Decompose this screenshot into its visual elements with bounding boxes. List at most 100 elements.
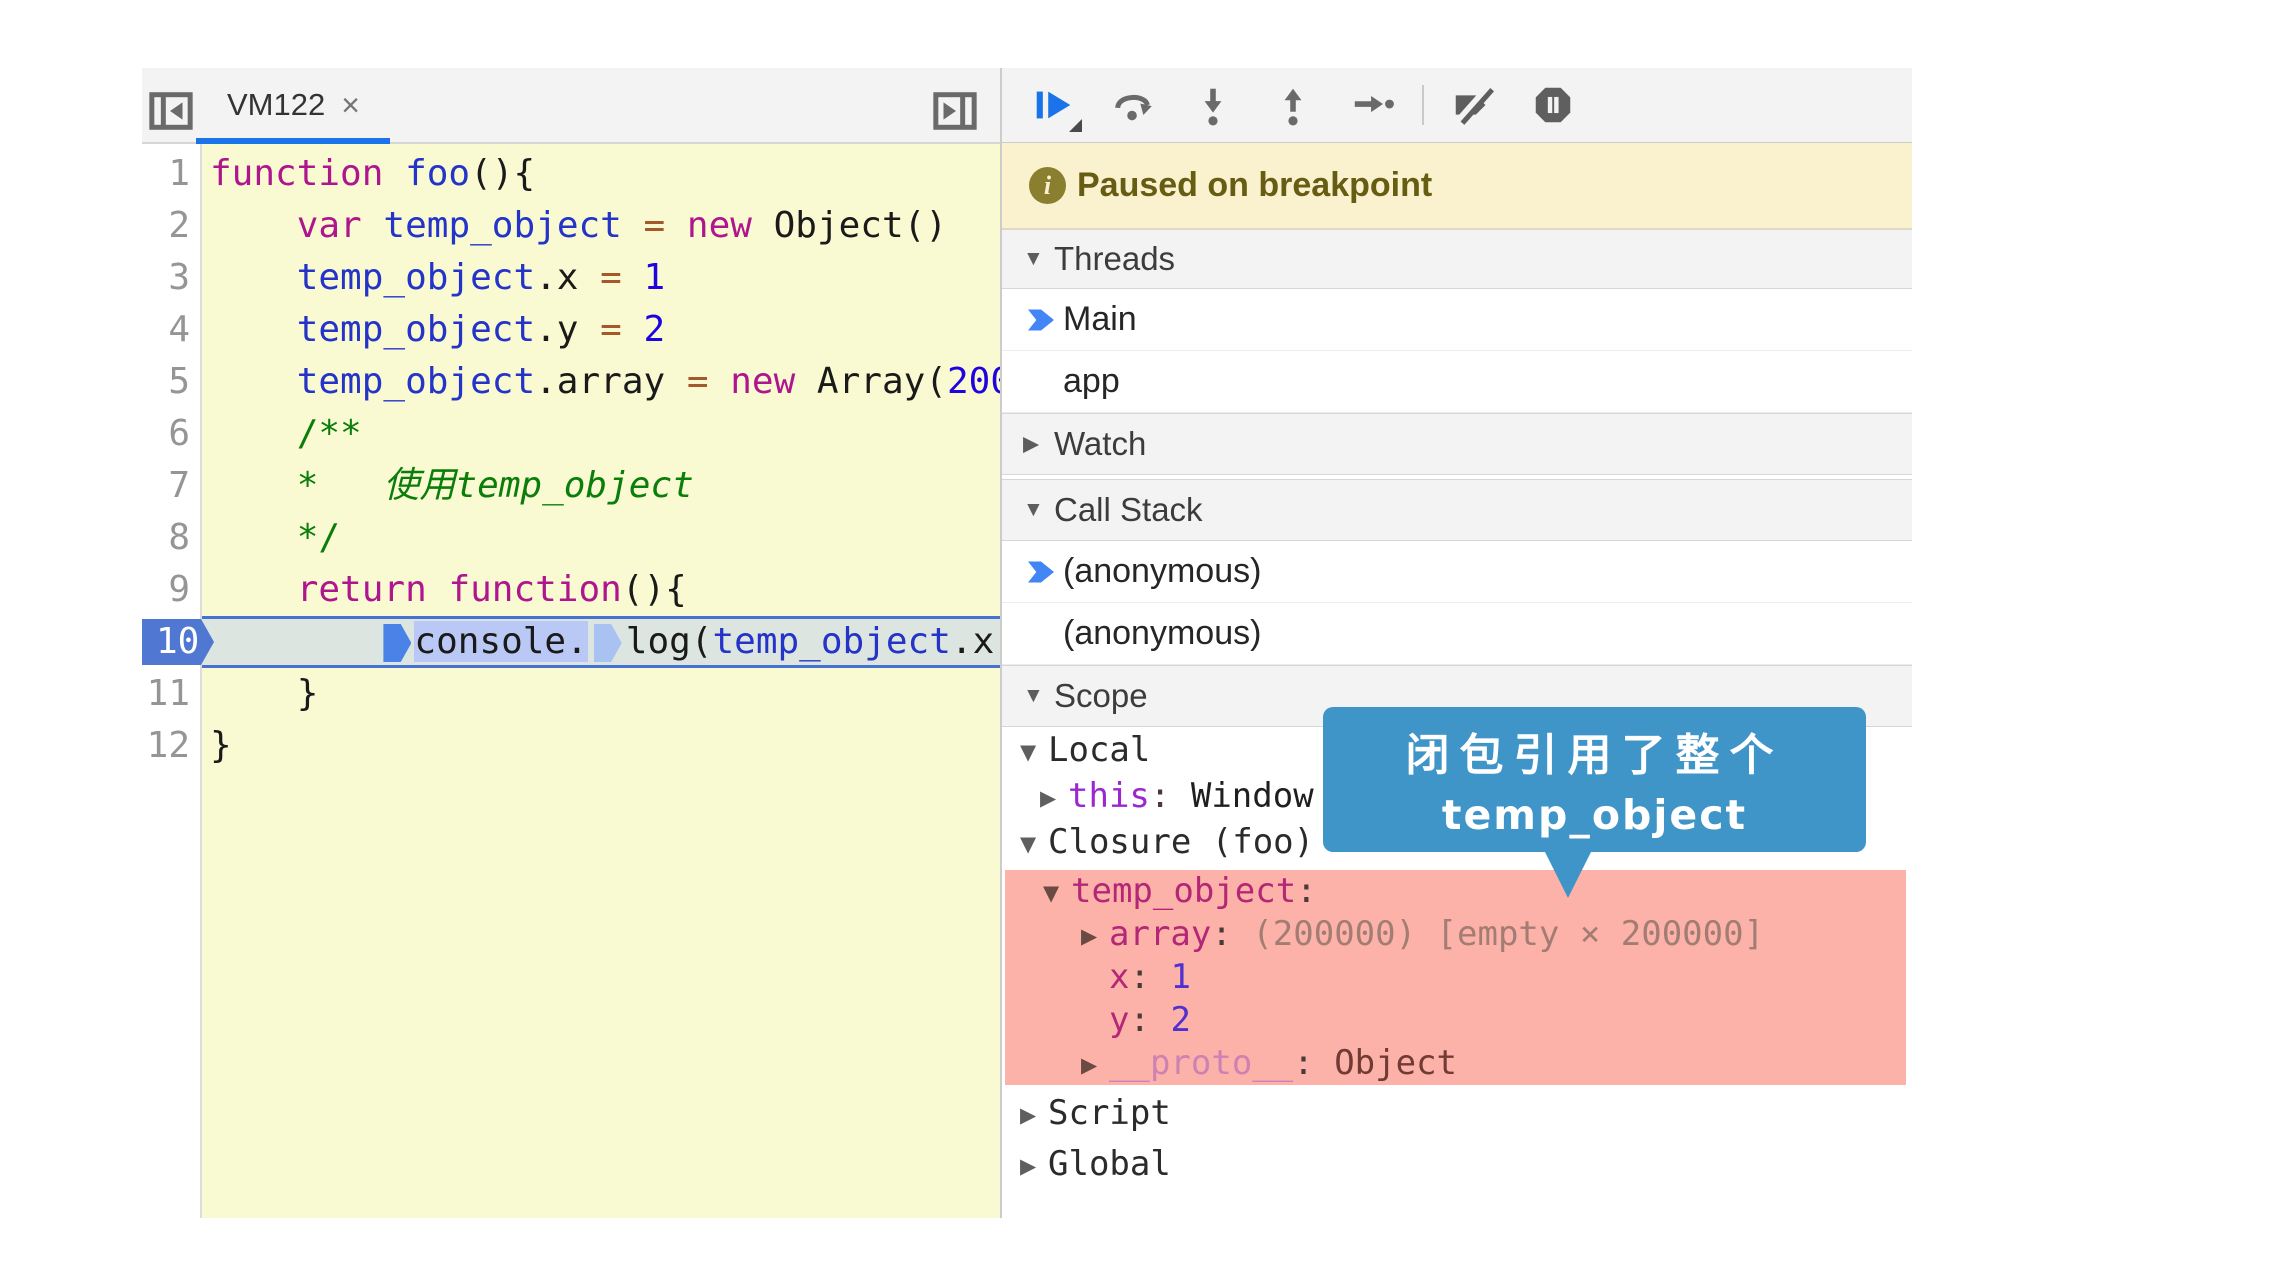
code-line[interactable]: */ bbox=[202, 512, 1000, 564]
chevron-down-icon: ▼ bbox=[1023, 247, 1044, 270]
line-number[interactable]: 7 bbox=[142, 460, 200, 512]
code-line[interactable]: return function(){ bbox=[202, 564, 1000, 616]
code-token: } bbox=[210, 673, 319, 714]
code-token: function bbox=[210, 153, 384, 194]
scope-separator: : bbox=[1211, 914, 1253, 954]
continue-to-here-marker-light-icon[interactable] bbox=[593, 624, 622, 662]
code-line[interactable]: } bbox=[202, 720, 1000, 772]
info-icon: i bbox=[1029, 167, 1066, 204]
annotation-tooltip: 闭包引用了整个 temp_object bbox=[1323, 707, 1866, 898]
scope-row-script[interactable]: ▶ Script bbox=[1002, 1090, 1912, 1136]
execution-line[interactable]: console. log(temp_object.x); bbox=[202, 616, 1000, 668]
line-number[interactable]: 8 bbox=[142, 512, 200, 564]
code-token: Array( bbox=[795, 361, 947, 402]
toggle-debugger-panel-icon[interactable] bbox=[932, 88, 978, 134]
code-token: } bbox=[210, 725, 232, 766]
call-stack-frame-row[interactable]: (anonymous) bbox=[1002, 603, 1912, 665]
line-number[interactable]: 2 bbox=[142, 200, 200, 252]
toggle-navigator-panel-icon[interactable] bbox=[148, 88, 194, 134]
code-line[interactable]: /** bbox=[202, 408, 1000, 460]
scope-separator: : bbox=[1129, 1000, 1171, 1040]
scope-row-array[interactable]: ▶ array: (200000) [empty × 200000] bbox=[1005, 913, 1906, 956]
retained-object-highlight: ▼ temp_object: ▶ array: (200000) [empty × 2… bbox=[1005, 870, 1906, 1085]
code-area[interactable]: function foo(){ var temp_object = new Ob… bbox=[202, 144, 1000, 1218]
code-line[interactable]: var temp_object = new Object() bbox=[202, 200, 1000, 252]
tooltip-text-line2: temp_object bbox=[1441, 791, 1748, 839]
line-number[interactable]: 6 bbox=[142, 408, 200, 460]
code-token: * bbox=[210, 465, 384, 506]
step-icon[interactable] bbox=[1350, 82, 1396, 128]
resume-script-icon[interactable] bbox=[1030, 82, 1082, 132]
chevron-right-icon[interactable]: ▶ bbox=[1020, 1092, 1048, 1138]
code-line[interactable]: temp_object.y = 2 bbox=[202, 304, 1000, 356]
step-into-icon[interactable] bbox=[1190, 82, 1236, 128]
tab-close-icon[interactable]: × bbox=[341, 87, 360, 124]
chevron-right-icon[interactable]: ▶ bbox=[1081, 915, 1109, 958]
line-number[interactable]: 5 bbox=[142, 356, 200, 408]
call-stack-frame-row[interactable]: (anonymous) bbox=[1002, 541, 1912, 603]
code-line[interactable]: function foo(){ bbox=[202, 148, 1000, 200]
code-line[interactable]: * 使用temp_object bbox=[202, 460, 1000, 512]
scope-row-temp-object[interactable]: ▼ temp_object: bbox=[1005, 870, 1906, 913]
scope-name: Local bbox=[1048, 730, 1151, 770]
code-editor: 1 2 3 4 5 6 7 8 9 10 11 12 function foo(){ var temp… bbox=[142, 144, 1000, 1218]
line-number[interactable]: 4 bbox=[142, 304, 200, 356]
chevron-down-icon[interactable]: ▼ bbox=[1020, 821, 1048, 867]
chevron-right-icon[interactable]: ▶ bbox=[1020, 1143, 1048, 1189]
continue-to-here-marker-icon[interactable] bbox=[383, 624, 412, 662]
step-over-icon[interactable] bbox=[1110, 82, 1156, 128]
line-number[interactable]: 12 bbox=[142, 720, 200, 772]
paused-message: Paused on breakpoint bbox=[1077, 166, 1433, 204]
section-header-call-stack[interactable]: ▼ Call Stack bbox=[1002, 479, 1912, 541]
line-number[interactable]: 1 bbox=[142, 148, 200, 200]
chevron-down-icon[interactable]: ▼ bbox=[1020, 729, 1048, 775]
chevron-down-icon: ▼ bbox=[1023, 498, 1044, 521]
thread-row-app[interactable]: app bbox=[1002, 351, 1912, 413]
chevron-right-icon[interactable]: ▶ bbox=[1081, 1044, 1109, 1087]
scope-separator: : bbox=[1296, 871, 1317, 911]
code-token: var bbox=[296, 205, 362, 246]
toolbar-separator bbox=[1422, 85, 1424, 125]
scope-row-x[interactable]: x: 1 bbox=[1005, 956, 1906, 999]
code-line[interactable]: temp_object.x = 1 bbox=[202, 252, 1000, 304]
line-number[interactable]: 11 bbox=[142, 668, 200, 720]
pause-on-exceptions-icon[interactable] bbox=[1530, 82, 1576, 128]
scope-row--proto-[interactable]: ▶ __proto__: Object bbox=[1005, 1042, 1906, 1085]
code-token: .y bbox=[535, 309, 601, 350]
code-token: function bbox=[448, 569, 622, 610]
scope-value: Window bbox=[1190, 776, 1314, 816]
breakpoint-line-number[interactable]: 10 bbox=[142, 616, 214, 668]
code-token: temp_object bbox=[296, 309, 536, 350]
step-out-icon[interactable] bbox=[1270, 82, 1316, 128]
chevron-right-icon[interactable]: ▶ bbox=[1040, 775, 1068, 821]
scope-row-global[interactable]: ▶ Global bbox=[1002, 1141, 1912, 1187]
tab-vm122[interactable]: VM122 × bbox=[196, 68, 446, 142]
line-number[interactable]: 3 bbox=[142, 252, 200, 304]
code-token: 使用temp_object bbox=[383, 465, 694, 506]
chevron-down-icon[interactable]: ▼ bbox=[1043, 872, 1071, 915]
scope-value: Object bbox=[1334, 1043, 1458, 1083]
scope-value: (200000) [empty × 200000] bbox=[1252, 914, 1765, 954]
code-line[interactable]: temp_object.array = new Array(200000) bbox=[202, 356, 1000, 408]
line-number[interactable]: 9 bbox=[142, 564, 200, 616]
breakpoint-badge[interactable]: 10 bbox=[142, 619, 214, 665]
scope-row-y[interactable]: y: 2 bbox=[1005, 999, 1906, 1042]
scope-name: x bbox=[1109, 957, 1130, 997]
code-line[interactable]: } bbox=[202, 668, 1000, 720]
code-token: 200000 bbox=[946, 361, 1000, 402]
current-frame-arrow-icon bbox=[1028, 561, 1054, 583]
code-token: /** bbox=[210, 413, 362, 454]
thread-row-main[interactable]: Main bbox=[1002, 289, 1912, 351]
section-header-threads[interactable]: ▼ Threads bbox=[1002, 229, 1912, 289]
code-token: = bbox=[643, 205, 666, 246]
section-header-watch[interactable]: ▶ Watch bbox=[1002, 413, 1912, 475]
line-number-gutter[interactable]: 1 2 3 4 5 6 7 8 9 10 11 12 bbox=[142, 144, 214, 1218]
deactivate-breakpoints-icon[interactable] bbox=[1450, 82, 1496, 128]
